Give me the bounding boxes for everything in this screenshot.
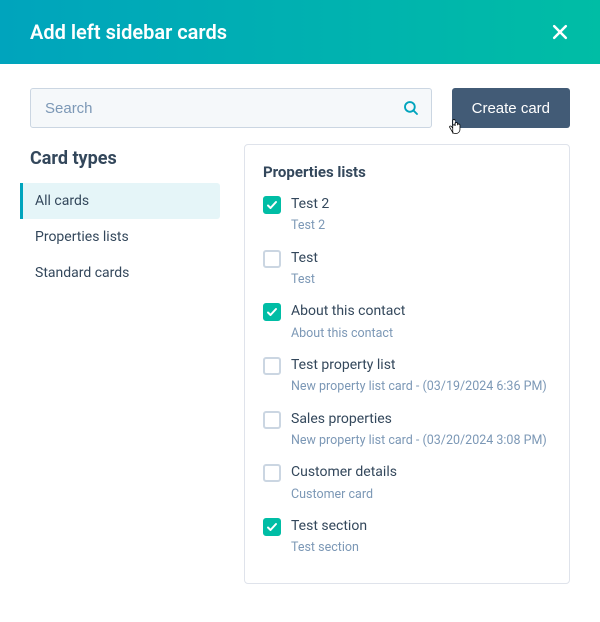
search-field: [30, 88, 432, 128]
search-input[interactable]: [30, 88, 432, 128]
card-subtitle: Test 2: [291, 217, 551, 235]
cards-panel: Properties lists Test 2 Test 2 Test Test Abo…: [244, 144, 570, 584]
card-title: Test section: [291, 517, 551, 535]
card-text: Test section Test section: [291, 517, 551, 557]
card-title: Customer details: [291, 463, 551, 481]
card-text: Sales properties New property list card -…: [291, 410, 551, 450]
card-subtitle: Customer card: [291, 486, 551, 504]
sidebar: Card types All cardsProperties listsStan…: [20, 144, 220, 584]
sidebar-item-all-cards[interactable]: All cards: [20, 183, 220, 219]
close-icon[interactable]: [550, 22, 570, 42]
card-row: Test section Test section: [263, 517, 551, 557]
card-subtitle: Test section: [291, 539, 551, 557]
card-text: Test Test: [291, 249, 551, 289]
modal-header: Add left sidebar cards: [0, 0, 600, 64]
card-title: Test: [291, 249, 551, 267]
card-subtitle: New property list card - (03/19/2024 6:3…: [291, 378, 551, 396]
create-card-button[interactable]: Create card: [452, 88, 570, 128]
card-row: Sales properties New property list card -…: [263, 410, 551, 450]
card-title: About this contact: [291, 302, 551, 320]
card-text: Test 2 Test 2: [291, 195, 551, 235]
card-checkbox[interactable]: [263, 357, 281, 375]
modal-title: Add left sidebar cards: [30, 20, 227, 44]
card-checkbox[interactable]: [263, 250, 281, 268]
card-row: About this contact About this contact: [263, 302, 551, 342]
card-title: Test 2: [291, 195, 551, 213]
card-subtitle: Test: [291, 271, 551, 289]
card-text: About this contact About this contact: [291, 302, 551, 342]
card-title: Test property list: [291, 356, 551, 374]
search-icon: [402, 99, 420, 117]
card-row: Test 2 Test 2: [263, 195, 551, 235]
sidebar-item-standard-cards[interactable]: Standard cards: [20, 255, 220, 291]
card-checkbox[interactable]: [263, 464, 281, 482]
card-row: Customer details Customer card: [263, 463, 551, 503]
card-subtitle: About this contact: [291, 325, 551, 343]
card-checkbox[interactable]: [263, 303, 281, 321]
card-subtitle: New property list card - (03/20/2024 3:0…: [291, 432, 551, 450]
card-checkbox[interactable]: [263, 196, 281, 214]
card-checkbox[interactable]: [263, 518, 281, 536]
sidebar-item-properties-lists[interactable]: Properties lists: [20, 219, 220, 255]
panel-heading: Properties lists: [263, 163, 551, 181]
card-text: Test property list New property list card…: [291, 356, 551, 396]
toolbar: Create card: [0, 64, 600, 144]
card-checkbox[interactable]: [263, 411, 281, 429]
card-row: Test Test: [263, 249, 551, 289]
card-row: Test property list New property list card…: [263, 356, 551, 396]
card-title: Sales properties: [291, 410, 551, 428]
card-text: Customer details Customer card: [291, 463, 551, 503]
sidebar-heading: Card types: [20, 144, 220, 183]
